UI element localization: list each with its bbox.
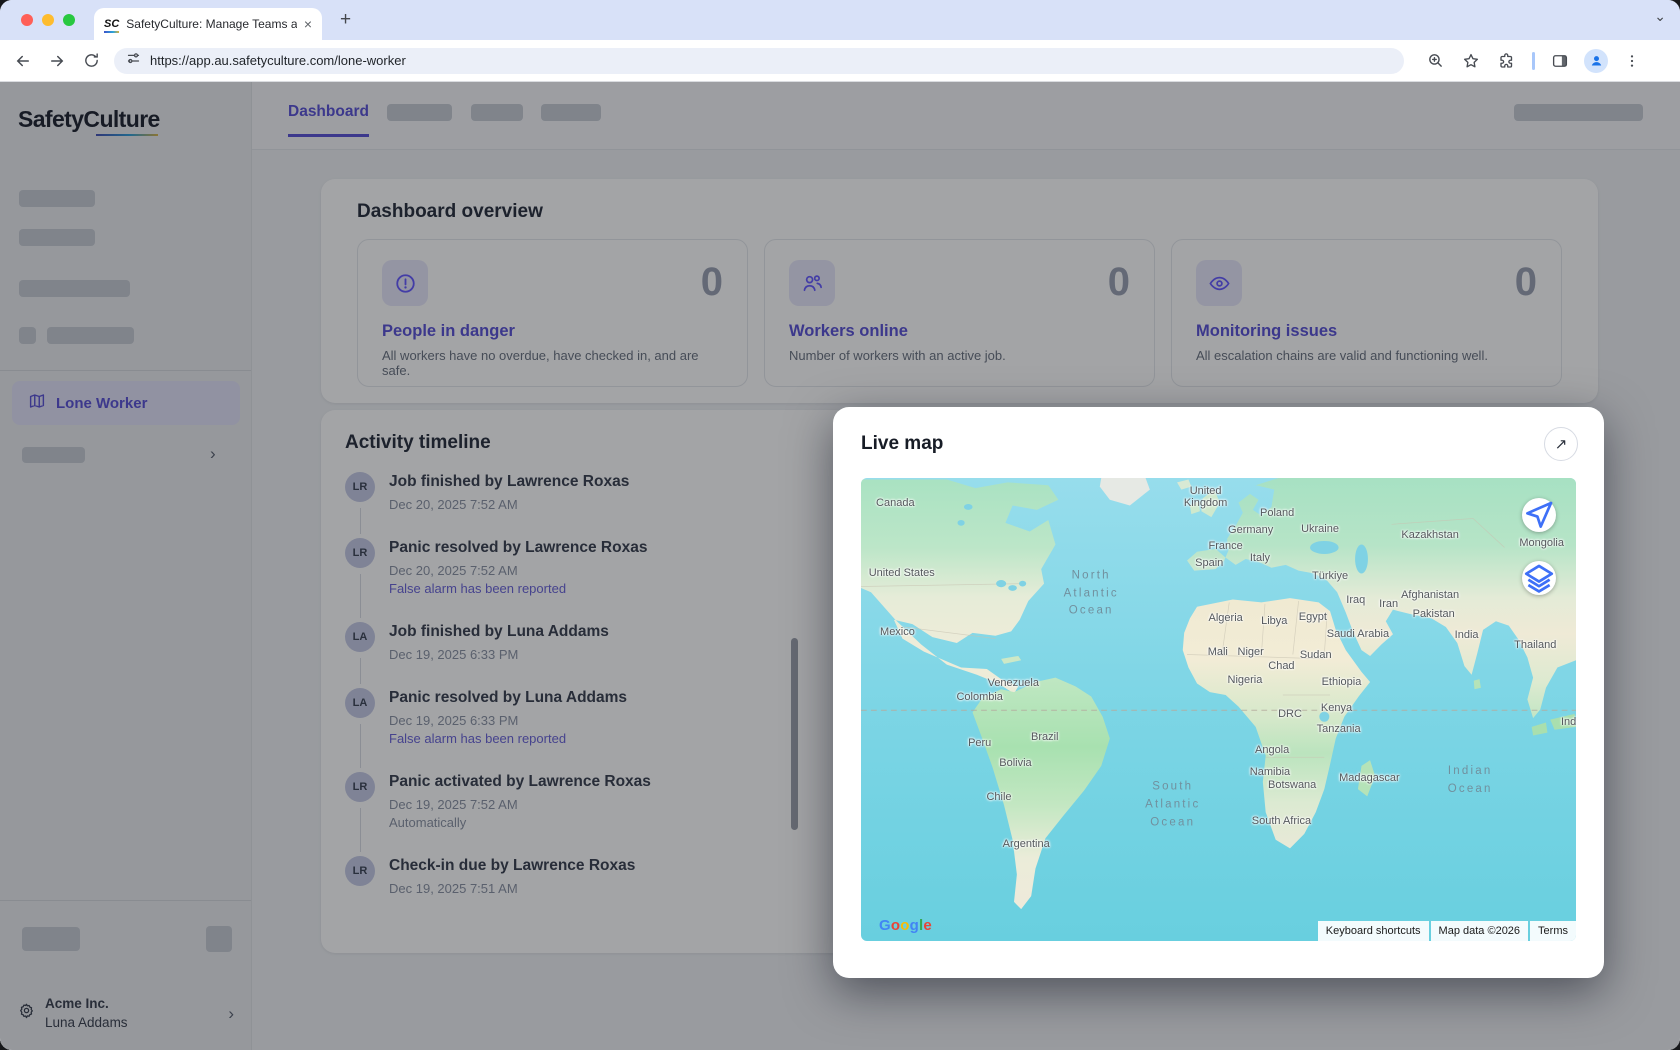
world-map-graphic <box>861 478 1576 941</box>
tab-close-icon[interactable]: × <box>304 17 312 31</box>
google-logo-letter: g <box>910 917 919 934</box>
bookmark-star-icon[interactable] <box>1454 52 1488 70</box>
expand-map-button[interactable]: ↗ <box>1544 427 1578 461</box>
map-data-copyright: Map data ©2026 <box>1431 921 1529 941</box>
tab-strip: SC SafetyCulture: Manage Teams and... × … <box>0 0 1680 40</box>
back-icon[interactable] <box>6 52 40 70</box>
map-layers-button[interactable] <box>1522 561 1556 595</box>
url-text[interactable]: https://app.au.safetyculture.com/lone-wo… <box>150 53 406 68</box>
reload-icon[interactable] <box>74 52 108 69</box>
browser-tab[interactable]: SC SafetyCulture: Manage Teams and... × <box>94 8 322 40</box>
google-logo-letter: o <box>900 917 909 934</box>
google-logo-letter: o <box>891 917 900 934</box>
google-logo-letter: G <box>879 917 891 934</box>
new-tab-button[interactable]: + <box>340 9 351 31</box>
google-logo[interactable]: Google <box>879 917 932 934</box>
recenter-location-button[interactable] <box>1522 498 1556 532</box>
toolbar-actions <box>1418 49 1649 73</box>
browser-window: SC SafetyCulture: Manage Teams and... × … <box>0 0 1680 1050</box>
live-map-header: Live map ↗ <box>833 407 1604 461</box>
expand-arrow-icon: ↗ <box>1555 435 1568 453</box>
side-panel-icon[interactable] <box>1543 52 1577 70</box>
zoom-window-button[interactable] <box>63 14 75 26</box>
forward-icon[interactable] <box>40 52 74 70</box>
close-window-button[interactable] <box>21 14 33 26</box>
pinned-extension-indicator <box>1532 52 1535 70</box>
tab-strip-chevron-icon[interactable]: ⌄ <box>1654 8 1666 25</box>
map-attribution: Keyboard shortcutsMap data ©2026Terms <box>1318 921 1576 941</box>
browser-menu-icon[interactable] <box>1615 53 1649 69</box>
safetyculture-favicon-icon: SC <box>104 19 119 30</box>
url-bar[interactable]: https://app.au.safetyculture.com/lone-wo… <box>114 48 1404 74</box>
keyboard-shortcuts-link[interactable]: Keyboard shortcuts <box>1318 921 1429 941</box>
browser-toolbar: https://app.au.safetyculture.com/lone-wo… <box>0 40 1680 82</box>
desktop: SC SafetyCulture: Manage Teams and... × … <box>0 0 1680 1050</box>
extensions-icon[interactable] <box>1490 52 1524 70</box>
zoom-page-icon[interactable] <box>1418 52 1452 69</box>
live-map-card: Live map ↗ <box>833 407 1604 978</box>
app-page: SafetyCulture Lone Worker › <box>0 82 1680 1050</box>
google-logo-letter: e <box>923 917 932 934</box>
live-map[interactable]: CanadaUnited KingdomPolandGermanyUkraine… <box>861 478 1576 941</box>
minimize-window-button[interactable] <box>42 14 54 26</box>
tab-title: SafetyCulture: Manage Teams and... <box>126 17 297 31</box>
site-info-icon[interactable] <box>126 51 141 71</box>
live-map-title: Live map <box>861 433 943 455</box>
profile-avatar[interactable] <box>1579 49 1613 73</box>
terms-link[interactable]: Terms <box>1530 921 1576 941</box>
